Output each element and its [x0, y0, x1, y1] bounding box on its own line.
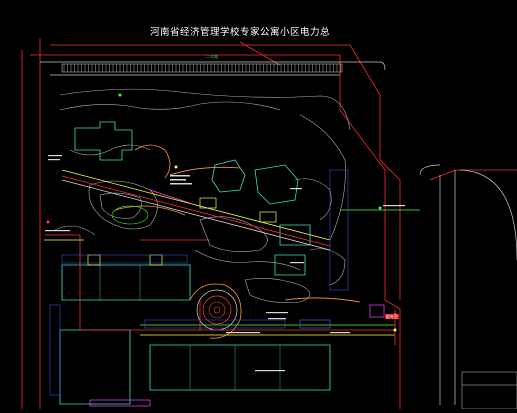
cad-canvas[interactable]: 河南省经济管理学校专家公寓小区电力总平面图 二号路 配电室 [0, 0, 517, 410]
parking-blocks [49, 169, 349, 396]
walkways [114, 144, 361, 339]
marker-dots [46, 93, 397, 332]
site-plan-drawing [21, 38, 517, 410]
parking-stall-ticks [63, 64, 341, 72]
road-outline [40, 61, 517, 405]
legend-frame [461, 371, 517, 410]
circular-plaza [111, 205, 238, 331]
site-boundary [21, 38, 517, 409]
parking-top [61, 63, 343, 73]
road-label: 二号路 [206, 54, 218, 59]
drawing-title: 河南省经济管理学校专家公寓小区电力总平面图 [150, 27, 330, 38]
distribution-room-label: 配电室 [385, 314, 399, 319]
greenery [54, 88, 351, 303]
